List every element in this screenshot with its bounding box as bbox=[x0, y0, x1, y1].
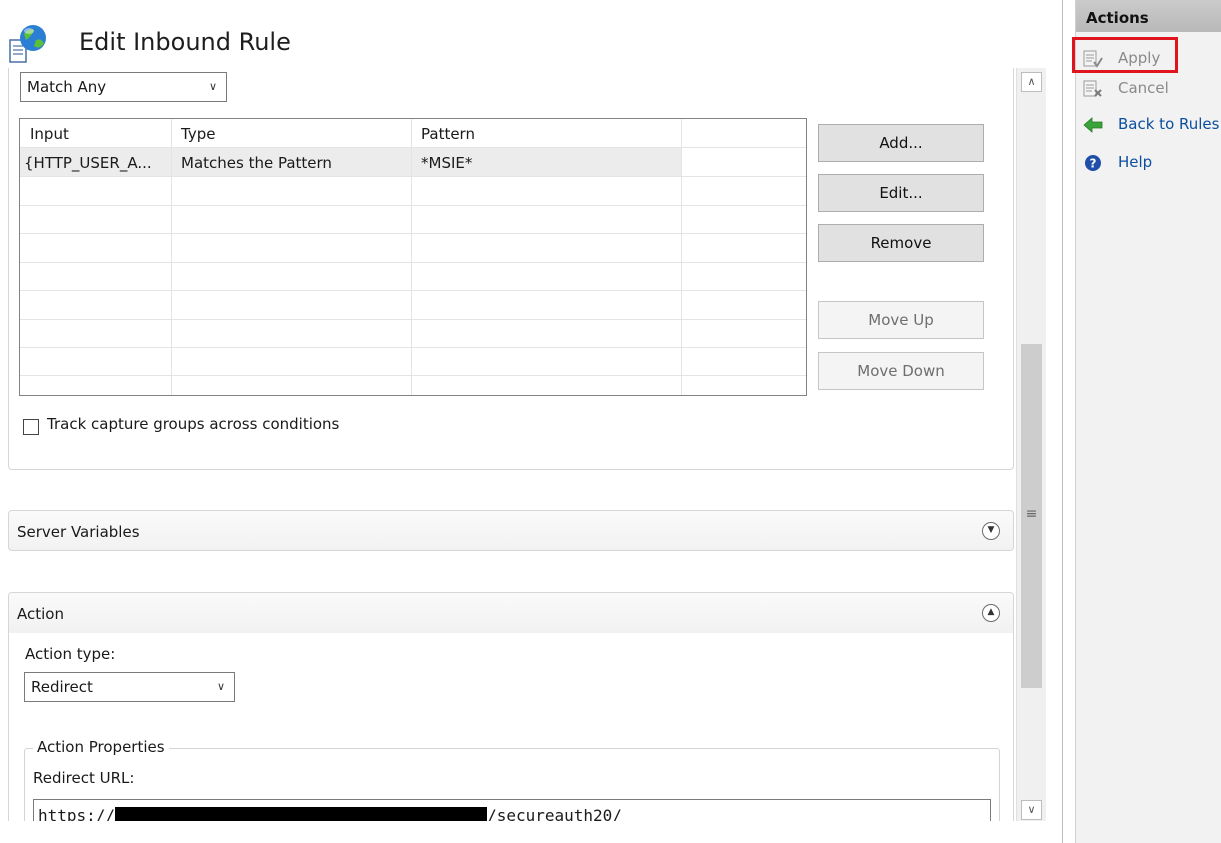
expand-chevron-icon[interactable]: ▼ bbox=[982, 522, 1000, 540]
redirect-url-label: Redirect URL: bbox=[33, 769, 135, 787]
actions-pane-title: Actions bbox=[1076, 0, 1221, 32]
table-row[interactable]: {HTTP_USER_A... Matches the Pattern *MSI… bbox=[20, 149, 806, 177]
cancel-icon bbox=[1083, 80, 1102, 97]
action-properties-legend: Action Properties bbox=[33, 738, 169, 756]
action-section: Action ▲ Action type: Redirect ∨ Action … bbox=[8, 592, 1014, 821]
cancel-action[interactable]: Cancel bbox=[1076, 77, 1221, 101]
rule-editor-scroll-area: Match Any ∨ Input Type Pattern {HTTP_USE… bbox=[0, 68, 1015, 821]
redirect-url-prefix: https:// bbox=[38, 806, 116, 821]
action-type-value: Redirect bbox=[31, 678, 93, 696]
chevron-down-icon: ∨ bbox=[216, 680, 225, 693]
column-header-pattern[interactable]: Pattern bbox=[411, 120, 681, 148]
redirect-url-suffix: /secureauth20/ bbox=[487, 806, 622, 821]
grid-header-row: Input Type Pattern bbox=[20, 120, 806, 148]
chevron-down-icon: ∨ bbox=[208, 80, 217, 93]
apply-highlight-box bbox=[1072, 37, 1178, 73]
cell-input: {HTTP_USER_A... bbox=[24, 154, 152, 172]
server-variables-title: Server Variables bbox=[17, 523, 140, 541]
conditions-panel: Match Any ∨ Input Type Pattern {HTTP_USE… bbox=[8, 68, 1014, 470]
cell-pattern: *MSIE* bbox=[421, 154, 473, 172]
cell-type: Matches the Pattern bbox=[181, 154, 332, 172]
page-title: Edit Inbound Rule bbox=[79, 28, 291, 56]
svg-text:?: ? bbox=[1090, 157, 1097, 171]
scroll-down-arrow-icon[interactable]: ∨ bbox=[1021, 800, 1042, 820]
action-title: Action bbox=[17, 605, 64, 623]
help-action[interactable]: ? Help bbox=[1076, 151, 1221, 175]
scrollbar-thumb[interactable]: ≡ bbox=[1021, 344, 1042, 688]
globe-document-icon bbox=[9, 25, 46, 63]
track-capture-groups-checkbox[interactable] bbox=[23, 419, 39, 435]
logical-grouping-select[interactable]: Match Any ∨ bbox=[20, 72, 227, 102]
actions-pane: Actions Apply Cancel Back to Rules ? Hel… bbox=[1075, 0, 1221, 843]
back-to-rules-label: Back to Rules bbox=[1118, 115, 1220, 133]
redacted-hostname bbox=[115, 806, 488, 821]
edit-condition-button[interactable]: Edit... bbox=[818, 174, 984, 212]
column-header-input[interactable]: Input bbox=[20, 120, 171, 148]
action-properties-group: Action Properties Redirect URL: https://… bbox=[24, 738, 1000, 821]
action-section-header[interactable]: Action ▲ bbox=[9, 593, 1013, 633]
redirect-url-input[interactable]: https:// /secureauth20/ bbox=[33, 799, 991, 821]
cancel-label: Cancel bbox=[1118, 79, 1169, 97]
conditions-grid[interactable]: Input Type Pattern {HTTP_USER_A... Match… bbox=[19, 118, 807, 396]
help-icon: ? bbox=[1085, 155, 1101, 171]
remove-condition-button[interactable]: Remove bbox=[818, 224, 984, 262]
scroll-up-arrow-icon[interactable]: ∧ bbox=[1021, 72, 1042, 92]
action-type-label: Action type: bbox=[25, 645, 116, 663]
add-condition-button[interactable]: Add... bbox=[818, 124, 984, 162]
back-arrow-icon bbox=[1083, 117, 1103, 133]
collapse-chevron-icon[interactable]: ▲ bbox=[982, 604, 1000, 622]
help-label: Help bbox=[1118, 153, 1153, 171]
move-down-button[interactable]: Move Down bbox=[818, 352, 984, 390]
track-capture-groups-label: Track capture groups across conditions bbox=[47, 415, 340, 433]
action-type-select[interactable]: Redirect ∨ bbox=[24, 672, 235, 702]
server-variables-section[interactable]: Server Variables ▼ bbox=[8, 510, 1014, 551]
column-header-type[interactable]: Type bbox=[171, 120, 411, 148]
back-to-rules-action[interactable]: Back to Rules bbox=[1076, 113, 1221, 137]
main-content: Edit Inbound Rule Match Any ∨ Input Type… bbox=[0, 0, 1063, 843]
logical-grouping-value: Match Any bbox=[27, 78, 107, 96]
vertical-scrollbar[interactable]: ∧ ≡ ∨ bbox=[1016, 68, 1046, 821]
move-up-button[interactable]: Move Up bbox=[818, 301, 984, 339]
scrollbar-grip-icon: ≡ bbox=[1025, 506, 1038, 522]
